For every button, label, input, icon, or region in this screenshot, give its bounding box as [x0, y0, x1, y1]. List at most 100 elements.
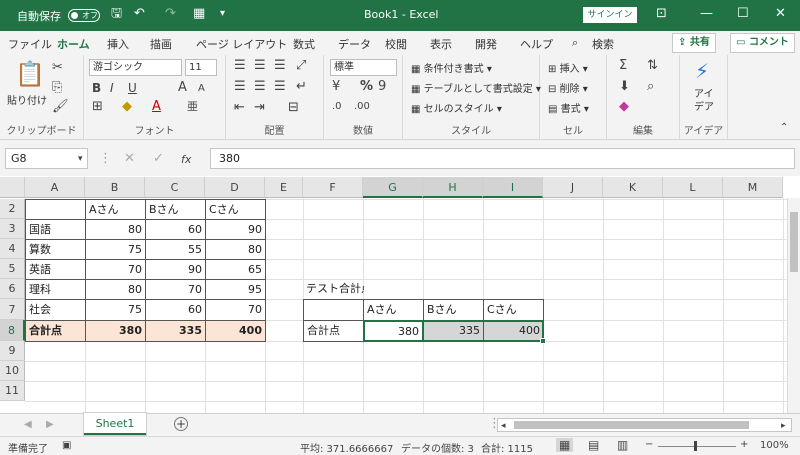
row-header-2[interactable]: 2 — [0, 199, 25, 219]
tab-sheet1[interactable]: Sheet1 — [84, 413, 146, 435]
zoom-slider-thumb[interactable] — [694, 441, 697, 451]
total-cell[interactable]: 400 — [205, 320, 266, 342]
merge-center-icon[interactable]: ⊟ — [288, 101, 299, 115]
subject-cell[interactable]: 理科 — [25, 279, 86, 300]
currency-icon[interactable]: ¥ — [332, 80, 340, 94]
score-cell[interactable]: 90 — [145, 259, 206, 280]
zoom-in-icon[interactable]: + — [740, 439, 748, 450]
tab-help[interactable]: ヘルプ — [520, 36, 553, 52]
table-header[interactable]: Aさん — [85, 199, 146, 220]
row-header-10[interactable]: 10 — [0, 361, 25, 381]
row-header-11[interactable]: 11 — [0, 381, 25, 401]
scroll-right-icon[interactable]: ▸ — [781, 419, 786, 433]
bold-button[interactable]: B — [92, 81, 101, 95]
fill-handle[interactable] — [540, 338, 546, 344]
tab-developer[interactable]: 開発 — [475, 36, 497, 52]
font-grow-icon[interactable]: A — [178, 81, 187, 95]
col-header-b[interactable]: B — [85, 177, 145, 198]
col-header-f[interactable]: F — [303, 177, 363, 198]
close-icon[interactable]: ✕ — [775, 7, 786, 21]
ideas-line2[interactable]: デア — [694, 98, 714, 113]
score-cell[interactable]: 70 — [205, 299, 266, 321]
summary-row-label[interactable]: 合計点 — [303, 320, 364, 342]
cell-styles-button[interactable]: ▦ セルのスタイル ▾ — [411, 100, 502, 115]
clear-icon[interactable]: ◆ — [619, 100, 629, 114]
score-cell[interactable]: 80 — [85, 219, 146, 240]
customize-qat-icon[interactable]: ▾ — [220, 7, 225, 21]
score-cell[interactable]: 80 — [205, 239, 266, 260]
sort-filter-icon[interactable]: ⇅ — [647, 59, 658, 73]
row-header-3[interactable]: 3 — [0, 219, 25, 239]
vertical-scrollbar-thumb[interactable] — [790, 212, 798, 272]
maximize-icon[interactable]: ☐ — [737, 7, 749, 21]
align-middle-icon[interactable]: ☰ — [254, 59, 266, 73]
select-all-corner[interactable] — [0, 177, 25, 198]
increase-decimal-icon[interactable]: .0 — [332, 100, 342, 114]
italic-button[interactable]: I — [110, 81, 114, 95]
share-button[interactable]: ⇪ 共有 — [672, 33, 716, 53]
find-select-icon[interactable]: ⌕ — [647, 80, 654, 94]
cancel-icon[interactable]: ✕ — [124, 152, 135, 166]
paste-button[interactable]: 貼り付け — [7, 92, 47, 107]
form-icon[interactable]: ▦ — [193, 7, 205, 21]
normal-view-icon[interactable]: ▦ — [556, 438, 574, 452]
add-sheet-button[interactable]: + — [174, 417, 188, 431]
tab-file[interactable]: ファイル — [8, 36, 52, 52]
table-header[interactable]: Cさん — [205, 199, 266, 220]
copy-icon[interactable]: ⎘ — [52, 81, 62, 95]
horizontal-scrollbar[interactable]: ◂ ▸ — [497, 418, 792, 432]
score-cell[interactable]: 80 — [85, 279, 146, 300]
table-header[interactable]: Bさん — [145, 199, 206, 220]
macro-record-icon[interactable]: ▣ — [62, 440, 71, 451]
comment-button[interactable]: ▭ コメント — [730, 33, 795, 53]
score-cell[interactable]: 65 — [205, 259, 266, 280]
row-header-6[interactable]: 6 — [0, 279, 25, 299]
ideas-icon[interactable]: ⚡ — [695, 60, 709, 82]
search-label[interactable]: 検索 — [592, 36, 614, 52]
zoom-slider[interactable] — [658, 446, 736, 447]
sum-stat[interactable]: 合計: 1115 — [481, 440, 533, 455]
search-icon[interactable]: ⌕ — [572, 36, 578, 50]
decrease-decimal-icon[interactable]: .00 — [354, 100, 370, 114]
summary-header[interactable]: Bさん — [423, 299, 484, 321]
subject-cell[interactable]: 国語 — [25, 219, 86, 240]
undo-icon[interactable]: ↶ — [134, 7, 145, 21]
number-format-select[interactable]: 標準 — [330, 59, 397, 76]
insert-function-button[interactable]: fx — [181, 153, 191, 167]
summary-header[interactable]: Aさん — [363, 299, 424, 321]
underline-button[interactable]: U — [128, 81, 137, 95]
format-painter-icon[interactable]: 🖌 — [52, 100, 69, 114]
name-box[interactable]: G8 — [5, 148, 88, 169]
conditional-format-button[interactable]: ▦ 条件付き書式 ▾ — [411, 60, 492, 75]
align-left-icon[interactable]: ☰ — [234, 80, 246, 94]
col-header-h[interactable]: H — [423, 177, 483, 198]
decrease-indent-icon[interactable]: ⇤ — [234, 101, 245, 115]
insert-cells-button[interactable]: ⊞ 挿入 ▾ — [548, 60, 588, 75]
align-center-icon[interactable]: ☰ — [254, 80, 266, 94]
align-right-icon[interactable]: ☰ — [274, 80, 286, 94]
tab-data[interactable]: データ — [338, 36, 371, 52]
tab-draw[interactable]: 描画 — [150, 36, 172, 52]
row-header-9[interactable]: 9 — [0, 341, 25, 361]
col-header-e[interactable]: E — [265, 177, 303, 198]
format-as-table-button[interactable]: ▦ テーブルとして書式設定 ▾ — [411, 80, 541, 95]
collapse-ribbon-icon[interactable]: ⌃ — [780, 121, 788, 135]
vertical-scrollbar[interactable] — [787, 198, 800, 413]
font-color-icon[interactable]: A — [152, 100, 161, 114]
fill-color-icon[interactable]: ◆ — [122, 100, 132, 114]
zoom-level[interactable]: 100% — [760, 440, 789, 451]
orientation-icon[interactable]: ⤢ — [296, 59, 306, 73]
redo-icon[interactable]: ↷ — [165, 7, 176, 21]
summary-header[interactable]: Cさん — [483, 299, 544, 321]
score-cell[interactable]: 60 — [145, 299, 206, 321]
average-stat[interactable]: 平均: 371.6666667 — [300, 440, 393, 455]
total-label-cell[interactable]: 合計点 — [25, 320, 86, 342]
cell-f7[interactable] — [303, 299, 364, 321]
total-cell[interactable]: 380 — [85, 320, 146, 342]
col-header-k[interactable]: K — [603, 177, 663, 198]
row-header-5[interactable]: 5 — [0, 259, 25, 279]
align-bottom-icon[interactable]: ☰ — [274, 59, 286, 73]
scrollbar-thumb[interactable] — [514, 421, 749, 429]
tab-home[interactable]: ホーム — [57, 36, 90, 57]
score-cell[interactable]: 70 — [145, 279, 206, 300]
